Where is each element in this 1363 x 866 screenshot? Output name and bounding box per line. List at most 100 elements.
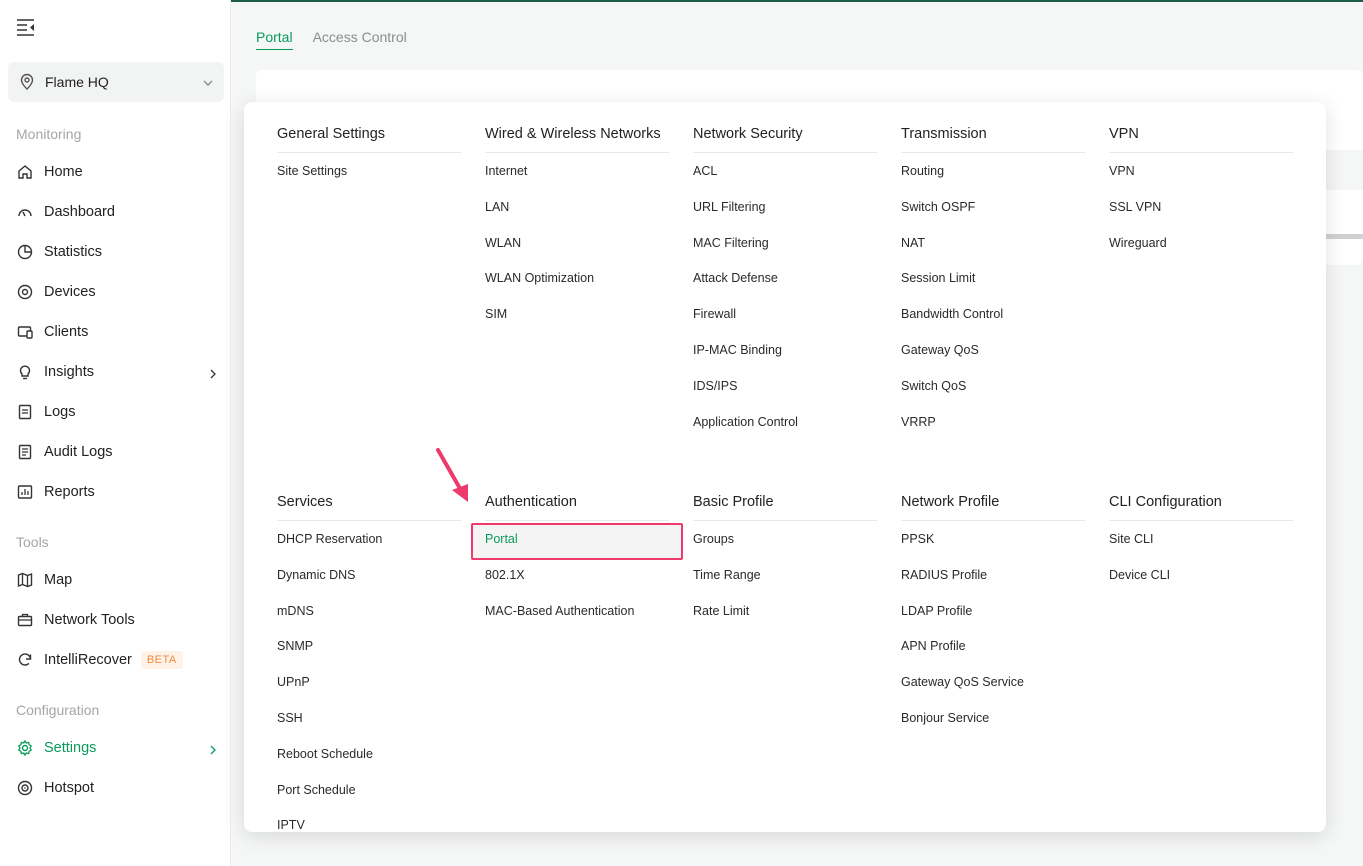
map-icon (16, 571, 34, 589)
menu-item-bandwidth-control[interactable]: Bandwidth Control (901, 305, 1085, 341)
menu-item-ssl-vpn[interactable]: SSL VPN (1109, 198, 1293, 234)
menu-item-groups[interactable]: Groups (693, 530, 877, 566)
menu-item-iptv[interactable]: IPTV (277, 816, 461, 852)
sidebar-item-label: IntelliRecover (44, 652, 132, 668)
menu-item-mdns[interactable]: mDNS (277, 602, 461, 638)
menu-column-title: CLI Configuration (1109, 494, 1293, 521)
menu-item-internet[interactable]: Internet (485, 162, 669, 198)
menu-item-ip-mac-binding[interactable]: IP-MAC Binding (693, 341, 877, 377)
menu-item-reboot-schedule[interactable]: Reboot Schedule (277, 745, 461, 781)
menu-item-wlan[interactable]: WLAN (485, 234, 669, 270)
menu-item-apn-profile[interactable]: APN Profile (901, 637, 1085, 673)
sidebar-item-label: Home (44, 164, 83, 180)
menu-item-vrrp[interactable]: VRRP (901, 413, 1085, 449)
menu-column-title: Authentication (485, 494, 669, 521)
section-configuration: Configuration (16, 702, 100, 718)
menu-item-attack-defense[interactable]: Attack Defense (693, 269, 877, 305)
menu-item-wireguard[interactable]: Wireguard (1109, 234, 1293, 270)
clients-icon (16, 323, 34, 341)
menu-item-switch-ospf[interactable]: Switch OSPF (901, 198, 1085, 234)
sidebar-item-clients[interactable]: Clients (16, 316, 224, 348)
menu-item-ldap-profile[interactable]: LDAP Profile (901, 602, 1085, 638)
chevron-down-icon (202, 76, 214, 88)
sidebar-item-reports[interactable]: Reports (16, 476, 224, 508)
menu-item-site-cli[interactable]: Site CLI (1109, 530, 1293, 566)
menu-item-mac-filtering[interactable]: MAC Filtering (693, 234, 877, 270)
menu-column-basic-profile: Basic Profile Groups Time Range Rate Lim… (693, 494, 877, 637)
menu-item-firewall[interactable]: Firewall (693, 305, 877, 341)
menu-item-rate-limit[interactable]: Rate Limit (693, 602, 877, 638)
site-selector[interactable]: Flame HQ (8, 62, 224, 102)
menu-item-port-schedule[interactable]: Port Schedule (277, 781, 461, 817)
collapse-sidebar-icon[interactable] (16, 18, 38, 38)
menu-item-gateway-qos-service[interactable]: Gateway QoS Service (901, 673, 1085, 709)
menu-column-wired-wireless: Wired & Wireless Networks Internet LAN W… (485, 126, 669, 341)
sidebar-item-audit-logs[interactable]: Audit Logs (16, 436, 224, 468)
menu-column-network-profile: Network Profile PPSK RADIUS Profile LDAP… (901, 494, 1085, 745)
menu-item-application-control[interactable]: Application Control (693, 413, 877, 449)
menu-item-switch-qos[interactable]: Switch QoS (901, 377, 1085, 413)
tab-portal[interactable]: Portal (256, 29, 293, 50)
sidebar-item-devices[interactable]: Devices (16, 276, 224, 308)
sidebar-item-network-tools[interactable]: Network Tools (16, 604, 224, 636)
sidebar-item-label: Settings (44, 740, 97, 756)
menu-column-vpn: VPN VPN SSL VPN Wireguard (1109, 126, 1293, 269)
menu-item-session-limit[interactable]: Session Limit (901, 269, 1085, 305)
menu-item-wlan-optimization[interactable]: WLAN Optimization (485, 269, 669, 305)
sidebar-item-hotspot[interactable]: Hotspot (16, 772, 224, 804)
menu-item-ssh[interactable]: SSH (277, 709, 461, 745)
menu-column-title: Wired & Wireless Networks (485, 126, 669, 153)
sidebar-item-label: Reports (44, 484, 95, 500)
sidebar-item-label: Map (44, 572, 73, 588)
menu-item-vpn[interactable]: VPN (1109, 162, 1293, 198)
location-pin-icon (18, 73, 36, 91)
menu-item-site-settings[interactable]: Site Settings (277, 162, 461, 198)
sidebar-item-statistics[interactable]: Statistics (16, 236, 224, 268)
menu-item-gateway-qos[interactable]: Gateway QoS (901, 341, 1085, 377)
menu-item-device-cli[interactable]: Device CLI (1109, 566, 1293, 602)
menu-item-dynamic-dns[interactable]: Dynamic DNS (277, 566, 461, 602)
sidebar-item-map[interactable]: Map (16, 564, 224, 596)
menu-item-dhcp-reservation[interactable]: DHCP Reservation (277, 530, 461, 566)
sidebar-item-home[interactable]: Home (16, 156, 224, 188)
menu-item-snmp[interactable]: SNMP (277, 637, 461, 673)
sidebar-item-label: Hotspot (44, 780, 94, 796)
sidebar-item-label: Devices (44, 284, 96, 300)
menu-item-sim[interactable]: SIM (485, 305, 669, 341)
menu-column-authentication: Authentication Portal 802.1X MAC-Based A… (485, 494, 669, 637)
menu-item-url-filtering[interactable]: URL Filtering (693, 198, 877, 234)
menu-item-mac-based-authentication[interactable]: MAC-Based Authentication (485, 602, 669, 638)
refresh-icon (16, 651, 34, 669)
sidebar-item-settings[interactable]: Settings (16, 732, 224, 764)
menu-item-ids-ips[interactable]: IDS/IPS (693, 377, 877, 413)
site-name: Flame HQ (45, 74, 109, 90)
menu-item-portal[interactable]: Portal (485, 530, 669, 566)
menu-item-upnp[interactable]: UPnP (277, 673, 461, 709)
logs-icon (16, 403, 34, 421)
menu-item-routing[interactable]: Routing (901, 162, 1085, 198)
menu-item-nat[interactable]: NAT (901, 234, 1085, 270)
menu-item-acl[interactable]: ACL (693, 162, 877, 198)
sidebar-item-label: Statistics (44, 244, 103, 260)
menu-item-8021x[interactable]: 802.1X (485, 566, 669, 602)
scrollbar[interactable] (1326, 234, 1363, 239)
menu-column-general-settings: General Settings Site Settings (277, 126, 461, 198)
chevron-right-icon (208, 367, 218, 379)
menu-column-title: Basic Profile (693, 494, 877, 521)
sidebar-item-intellirecover[interactable]: IntelliRecover BETA (16, 644, 224, 676)
sidebar-item-insights[interactable]: Insights (16, 356, 224, 388)
menu-item-ppsk[interactable]: PPSK (901, 530, 1085, 566)
sidebar-item-logs[interactable]: Logs (16, 396, 224, 428)
chevron-right-icon (208, 743, 218, 755)
menu-item-lan[interactable]: LAN (485, 198, 669, 234)
devices-icon (16, 283, 34, 301)
pie-chart-icon (16, 243, 34, 261)
menu-item-time-range[interactable]: Time Range (693, 566, 877, 602)
section-monitoring: Monitoring (16, 126, 82, 142)
tab-access-control[interactable]: Access Control (313, 29, 407, 50)
menu-item-bonjour-service[interactable]: Bonjour Service (901, 709, 1085, 745)
sidebar-item-label: Insights (44, 364, 94, 380)
sidebar: Flame HQ Monitoring Home Dashboard Stati… (0, 0, 231, 866)
menu-item-radius-profile[interactable]: RADIUS Profile (901, 566, 1085, 602)
sidebar-item-dashboard[interactable]: Dashboard (16, 196, 224, 228)
